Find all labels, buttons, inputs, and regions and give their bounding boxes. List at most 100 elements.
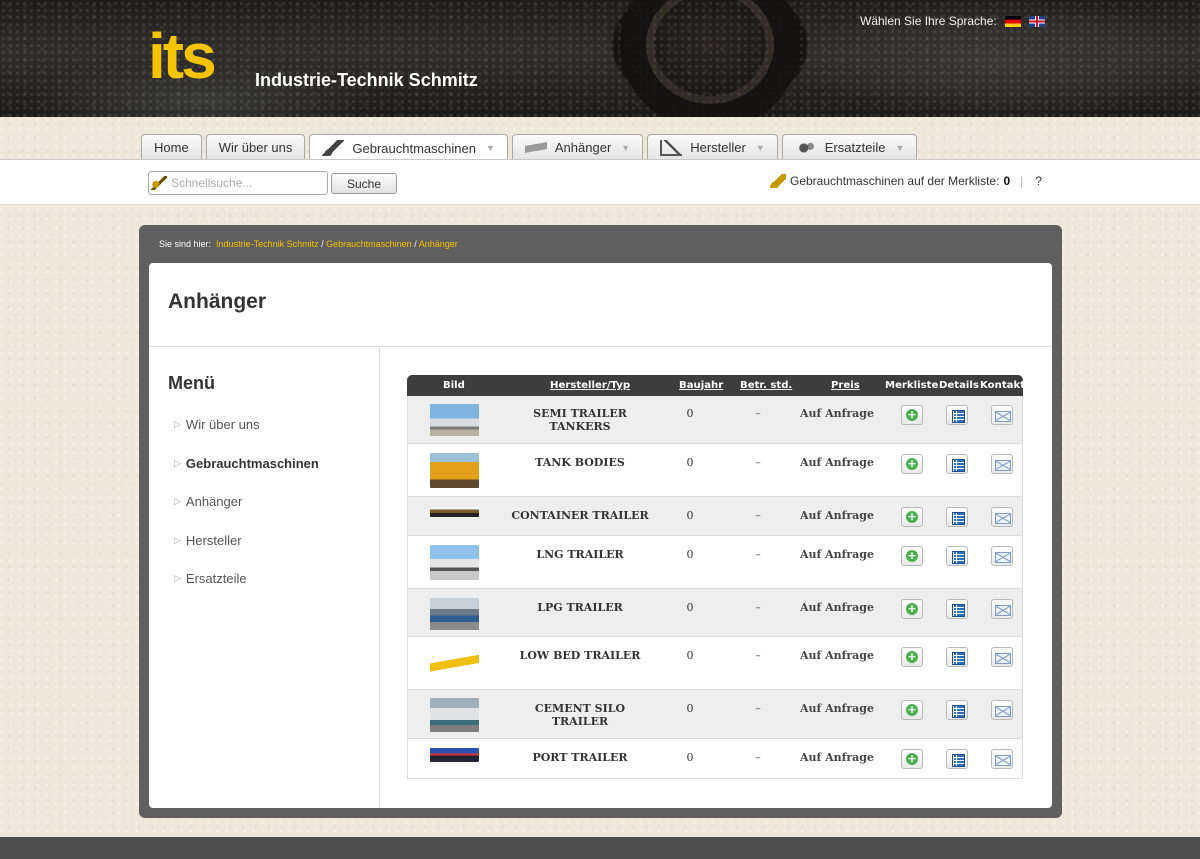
tab-ersatzteile[interactable]: Ersatzteile ▼ [781, 134, 918, 160]
product-image-lpg-trailer[interactable] [430, 598, 479, 630]
sidebar-item-wir-ueber-uns[interactable]: ▷ Wir über uns [174, 417, 260, 432]
product-year: 0 [686, 601, 694, 614]
contact-button[interactable] [991, 647, 1013, 667]
product-name[interactable]: PORT TRAILER [505, 751, 655, 764]
product-hours: – [755, 751, 761, 764]
contact-button[interactable] [991, 599, 1013, 619]
contact-button[interactable] [991, 507, 1013, 527]
tab-label: Gebrauchtmaschinen [352, 140, 476, 156]
add-to-merkliste-button[interactable] [901, 749, 923, 769]
product-price: Auf Anfrage [800, 548, 874, 561]
contact-button[interactable] [991, 546, 1013, 566]
product-price: Auf Anfrage [800, 649, 874, 662]
contact-button[interactable] [991, 749, 1013, 769]
product-hours: – [755, 407, 761, 420]
trailer-icon [524, 139, 547, 156]
details-button[interactable] [946, 507, 968, 527]
product-name[interactable]: CEMENT SILO TRAILER [505, 702, 655, 728]
product-hours: – [755, 548, 761, 561]
details-button[interactable] [946, 454, 968, 474]
breadcrumb-separator: / [321, 239, 324, 249]
page-title: Anhänger [168, 290, 267, 313]
merkliste-status: Gebrauchtmaschinen auf der Merkliste: 0 … [770, 174, 1042, 188]
product-name[interactable]: LNG TRAILER [505, 548, 655, 561]
search-button[interactable]: Suche [331, 173, 397, 194]
divider [379, 347, 380, 808]
tab-wir-ueber-uns[interactable]: Wir über uns [205, 134, 306, 160]
sidebar-item-label: Ersatzteile [185, 571, 247, 586]
german-flag-icon[interactable] [1004, 15, 1021, 27]
product-year: 0 [686, 548, 694, 561]
product-hours: – [755, 509, 761, 522]
contact-button[interactable] [991, 454, 1013, 474]
details-button[interactable] [946, 647, 968, 667]
main-navigation: Home Wir über uns Gebrauchtmaschinen ▼ A… [141, 134, 918, 161]
help-link[interactable]: ? [1035, 174, 1042, 188]
breadcrumb-separator: / [414, 239, 417, 249]
add-to-merkliste-button[interactable] [901, 507, 923, 527]
sidebar-item-anhaenger[interactable]: ▷ Anhänger [174, 494, 242, 509]
product-hours: – [755, 702, 761, 715]
column-header-baujahr[interactable]: Baujahr [679, 379, 723, 391]
product-name[interactable]: LOW BED TRAILER [505, 649, 655, 662]
product-image-low-bed-trailer[interactable] [430, 652, 479, 676]
product-image-semi-trailer-tankers[interactable] [430, 404, 479, 436]
language-selector: Wählen Sie Ihre Sprache: [860, 14, 1045, 28]
product-image-lng-trailer[interactable] [430, 545, 479, 580]
merkliste-label[interactable]: Gebrauchtmaschinen auf der Merkliste: [790, 174, 999, 188]
search-input[interactable] [148, 171, 328, 195]
contact-button[interactable] [991, 405, 1013, 425]
product-name[interactable]: SEMI TRAILER TANKERS [505, 407, 655, 433]
english-flag-icon[interactable] [1028, 15, 1045, 27]
add-to-merkliste-button[interactable] [901, 454, 923, 474]
contact-button[interactable] [991, 700, 1013, 720]
product-year: 0 [686, 751, 694, 764]
breadcrumb-prefix: Sie sind hier: [159, 239, 212, 249]
product-image-port-trailer[interactable] [430, 748, 479, 762]
add-to-merkliste-button[interactable] [901, 700, 923, 720]
tab-gebrauchtmaschinen[interactable]: Gebrauchtmaschinen ▼ [309, 134, 508, 161]
site-footer [0, 837, 1200, 859]
product-name[interactable]: CONTAINER TRAILER [505, 509, 655, 522]
tab-anhaenger[interactable]: Anhänger ▼ [511, 134, 644, 160]
breadcrumb-link-anhaenger[interactable]: Anhänger [419, 239, 458, 249]
tab-hersteller[interactable]: Hersteller ▼ [647, 134, 778, 160]
tab-label: Anhänger [554, 140, 612, 155]
add-to-merkliste-button[interactable] [901, 599, 923, 619]
breadcrumb-link-home[interactable]: Industrie-Technik Schmitz [216, 239, 319, 249]
add-to-merkliste-button[interactable] [901, 405, 923, 425]
logo-mark[interactable]: its [148, 24, 217, 88]
product-year: 0 [686, 649, 694, 662]
product-price: Auf Anfrage [800, 751, 874, 764]
product-hours: – [755, 649, 761, 662]
excavator-search-icon [151, 176, 167, 190]
details-button[interactable] [946, 700, 968, 720]
product-year: 0 [686, 407, 694, 420]
product-image-cement-silo-trailer[interactable] [430, 698, 479, 732]
product-image-tank-bodies[interactable] [430, 453, 479, 488]
excavator-icon [770, 174, 786, 188]
product-name[interactable]: LPG TRAILER [505, 601, 655, 614]
add-to-merkliste-button[interactable] [901, 546, 923, 566]
column-header-preis[interactable]: Preis [831, 379, 860, 391]
product-price: Auf Anfrage [800, 601, 874, 614]
details-button[interactable] [946, 599, 968, 619]
sidebar-item-hersteller[interactable]: ▷ Hersteller [174, 533, 242, 548]
product-name[interactable]: TANK BODIES [505, 456, 655, 469]
product-image-container-trailer[interactable] [430, 507, 479, 517]
column-header-betr-std[interactable]: Betr. std. [740, 379, 792, 391]
tab-label: Wir über uns [218, 140, 293, 155]
details-button[interactable] [946, 749, 968, 769]
column-header-hersteller-typ[interactable]: Hersteller/Typ [550, 379, 630, 391]
column-header-merkliste: Merkliste [885, 379, 939, 391]
sidebar-item-gebrauchtmaschinen[interactable]: ▷ Gebrauchtmaschinen [174, 456, 319, 471]
details-button[interactable] [946, 405, 968, 425]
tab-home[interactable]: Home [141, 134, 202, 160]
logo-text[interactable]: Industrie-Technik Schmitz [255, 70, 478, 91]
breadcrumb-link-gebrauchtmaschinen[interactable]: Gebrauchtmaschinen [326, 239, 412, 249]
triangle-right-icon: ▷ [174, 419, 181, 429]
product-year: 0 [686, 509, 694, 522]
sidebar-item-ersatzteile[interactable]: ▷ Ersatzteile [174, 571, 247, 586]
add-to-merkliste-button[interactable] [901, 647, 923, 667]
details-button[interactable] [946, 546, 968, 566]
